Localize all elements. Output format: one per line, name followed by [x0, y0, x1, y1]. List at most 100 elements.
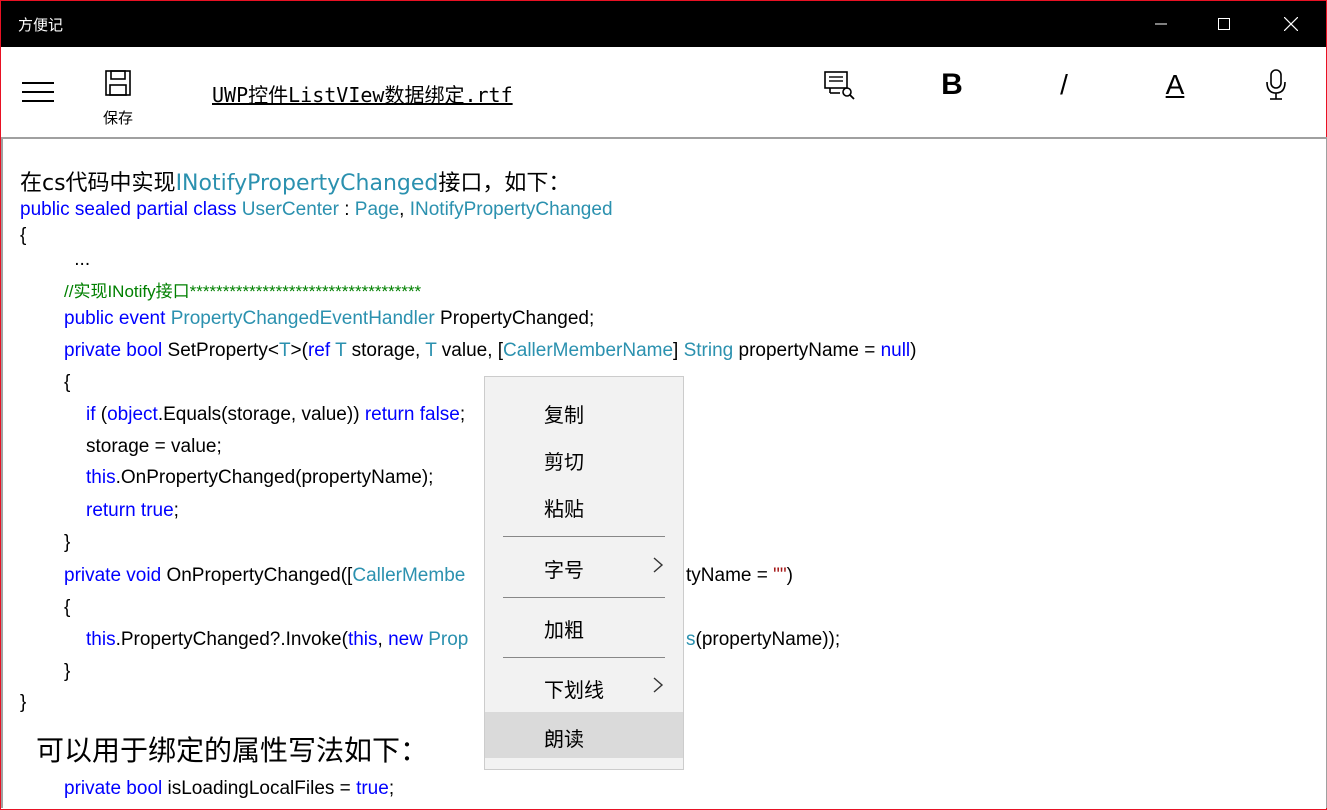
keyword: public sealed partial class	[20, 199, 242, 220]
bold-button[interactable]: B	[935, 65, 969, 105]
microphone-icon	[1266, 69, 1286, 100]
menu-item-bold[interactable]: 加粗	[485, 604, 683, 648]
code-line: }	[20, 692, 27, 713]
keyword: if	[86, 404, 96, 425]
keyword: this	[347, 629, 378, 650]
keyword: private void	[64, 565, 167, 586]
punct: >(	[290, 340, 308, 361]
code-line: tyName = "")	[686, 565, 793, 587]
file-name: UWP控件ListVIew数据绑定.rtf	[212, 83, 513, 107]
keyword: return false	[364, 404, 460, 425]
code-text: storage,	[346, 340, 426, 361]
string-literal: ""	[773, 565, 787, 586]
hamburger-menu-button[interactable]	[22, 82, 54, 104]
heading-line: 在cs代码中实现INotifyPropertyChanged接口，如下：	[20, 165, 570, 197]
type-name: T	[425, 340, 437, 361]
punct: ]	[673, 340, 684, 361]
heading-type-name: INotifyPropertyChanged	[175, 171, 439, 196]
code-text: propertyName =	[733, 340, 881, 361]
keyword: private bool	[64, 340, 168, 361]
keyword: this	[86, 629, 116, 650]
punct: :	[338, 199, 355, 220]
menu-item-copy[interactable]: 复制	[485, 389, 683, 433]
close-icon	[1284, 17, 1298, 31]
keyword: public event	[64, 308, 171, 329]
keyword: this	[86, 467, 116, 488]
heading-line: 可以用于绑定的属性写法如下：	[36, 734, 429, 767]
maximize-icon	[1218, 18, 1230, 30]
code-comment: //实现INotify接口***************************…	[64, 282, 422, 301]
type-name: s	[686, 629, 696, 650]
toolbar: 保存 UWP控件ListVIew数据绑定.rtf B / A	[1, 47, 1326, 137]
italic-button[interactable]: /	[1049, 65, 1079, 105]
minimize-button[interactable]	[1128, 1, 1194, 47]
app-title: 方便记	[18, 16, 64, 34]
code-text: tyName =	[686, 565, 774, 586]
menu-item-label: 粘贴	[544, 497, 584, 521]
type-name: Page	[354, 199, 400, 220]
code-text: .OnPropertyChanged(propertyName);	[115, 467, 434, 488]
punct: )	[910, 340, 917, 361]
chevron-right-icon	[653, 677, 664, 693]
save-label: 保存	[102, 109, 133, 127]
punct: ;	[173, 500, 179, 521]
menu-item-paste[interactable]: 粘贴	[485, 483, 683, 527]
code-text: isLoadingLocalFiles =	[167, 778, 357, 799]
keyword: return true	[86, 500, 174, 521]
type-name: PropertyChangedEventHandler	[170, 308, 435, 329]
save-button[interactable]: 保存	[93, 65, 143, 129]
microphone-button[interactable]	[1259, 65, 1293, 105]
keyword: null	[880, 340, 911, 361]
keyword: object	[107, 404, 158, 425]
keyword: ref	[307, 340, 336, 361]
type-name: String	[683, 340, 734, 361]
read-aloud-icon	[824, 71, 855, 100]
code-line: private bool isLoadingLocalFiles = true;	[64, 778, 394, 800]
title-bar: 方便记	[1, 1, 1326, 47]
save-icon	[105, 70, 131, 96]
type-name: T	[335, 340, 347, 361]
punct: ;	[388, 778, 395, 799]
maximize-button[interactable]	[1191, 1, 1257, 47]
type-name: INotifyPropertyChanged	[409, 199, 613, 220]
menu-item-cut[interactable]: 剪切	[485, 436, 683, 480]
type-name: Prop	[428, 629, 469, 650]
keyword: private bool	[64, 778, 168, 799]
minimize-icon	[1155, 23, 1167, 25]
type-name: CallerMemberName	[503, 340, 674, 361]
code-line: private bool SetProperty< T >(ref T storag…	[64, 340, 916, 362]
menu-item-label: 加粗	[544, 618, 584, 642]
menu-separator	[503, 597, 665, 598]
menu-item-underline[interactable]: 下划线	[485, 664, 683, 708]
code-line: storage = value;	[86, 436, 222, 457]
code-text: OnPropertyChanged([	[166, 565, 353, 586]
keyword: true	[356, 778, 389, 799]
code-line: ...	[69, 249, 91, 270]
hamburger-bar	[22, 82, 54, 84]
code-line: private void OnPropertyChanged([CallerMe…	[64, 565, 465, 587]
punct: ,	[377, 629, 389, 650]
keyword: new	[388, 629, 429, 650]
read-aloud-button[interactable]	[819, 65, 859, 105]
type-name: CallerMembe	[352, 565, 466, 586]
code-line: if (object.Equals(storage, value)) retur…	[86, 404, 465, 426]
code-text: SetProperty<	[167, 340, 279, 361]
code-line: }	[64, 661, 71, 682]
close-button[interactable]	[1258, 1, 1324, 47]
punct: ;	[459, 404, 466, 425]
menu-item-label: 剪切	[544, 450, 584, 474]
code-line: {	[20, 225, 27, 246]
code-line: s(propertyName));	[686, 629, 840, 651]
menu-item-label: 字号	[544, 558, 584, 582]
code-text: .Equals(storage, value))	[157, 404, 365, 425]
heading-text: 在cs代码中实现	[20, 171, 176, 196]
punct: ,	[399, 199, 410, 220]
underline-button[interactable]: A	[1159, 65, 1191, 105]
context-menu: 复制 剪切 粘贴 字号 加粗 下划线 朗读	[484, 376, 684, 770]
hamburger-bar	[22, 91, 54, 93]
menu-separator	[503, 536, 665, 537]
code-line: }	[64, 532, 71, 553]
menu-item-font-size[interactable]: 字号	[485, 544, 683, 588]
menu-item-read-aloud[interactable]: 朗读	[485, 712, 683, 758]
menu-item-label: 下划线	[544, 678, 604, 702]
